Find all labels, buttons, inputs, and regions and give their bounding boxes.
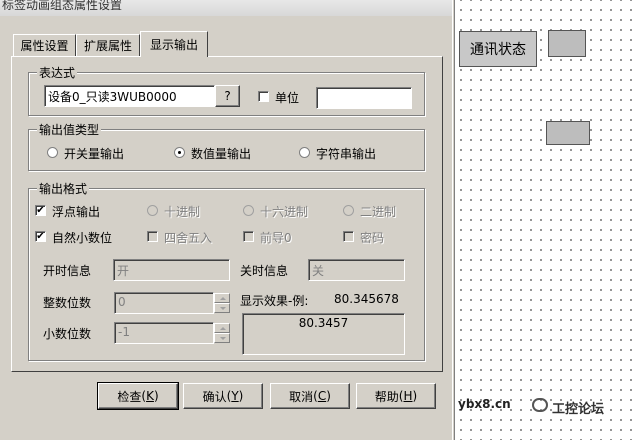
preview-label: 显示效果-例: xyxy=(240,294,309,308)
integer-digits-label: 整数位数 xyxy=(43,296,92,310)
numeric-output-radio[interactable] xyxy=(174,147,185,158)
preview-example: 80.345678 xyxy=(334,292,399,306)
string-output-label: 字符串输出 xyxy=(316,147,377,161)
float-output-checkbox[interactable]: ✔ xyxy=(35,205,46,216)
unit-input[interactable] xyxy=(316,87,412,109)
canvas-shape-rect[interactable] xyxy=(546,121,590,145)
decimal-digits-label: 小数位数 xyxy=(43,327,92,341)
natural-decimal-label: 自然小数位 xyxy=(52,231,113,245)
group-title: 输出格式 xyxy=(37,180,90,197)
round-checkbox[interactable] xyxy=(147,231,158,242)
properties-dialog: 标签动画组态属性设置 属性设置 扩展属性 显示输出 表达式 设备0_只读3WUB… xyxy=(0,0,452,440)
check-button[interactable]: 检查(K) xyxy=(97,382,179,410)
spin-up-icon[interactable] xyxy=(214,323,230,333)
unit-checkbox[interactable] xyxy=(258,91,269,102)
tab-label: 显示输出 xyxy=(149,38,198,52)
decimal-radix-label: 十进制 xyxy=(164,205,201,219)
password-label: 密码 xyxy=(360,231,385,245)
expression-help-button[interactable]: ? xyxy=(215,85,240,107)
round-label: 四舍五入 xyxy=(164,231,213,245)
hex-radix-label: 十六进制 xyxy=(260,205,309,219)
check-button-label: 检查 xyxy=(117,389,142,404)
window-title: 标签动画组态属性设置 xyxy=(2,0,123,12)
help-button[interactable]: 帮助(H) xyxy=(356,383,436,409)
numeric-output-label: 数值量输出 xyxy=(191,147,252,161)
cancel-button-label: 取消 xyxy=(289,389,314,404)
help-button-label: 帮助 xyxy=(374,389,399,404)
integer-digits-spinner[interactable] xyxy=(214,293,230,313)
watermark-text: 工控论坛 xyxy=(552,402,605,417)
cancel-hotkey: C xyxy=(317,389,327,403)
group-title: 输出值类型 xyxy=(37,121,102,138)
canvas-divider xyxy=(452,0,455,440)
string-output-radio[interactable] xyxy=(299,147,310,158)
help-hotkey: H xyxy=(403,389,413,403)
comm-status-label[interactable]: 通讯状态 xyxy=(459,31,537,67)
watermark-url: ybx8.cn xyxy=(458,397,511,411)
wechat-icon xyxy=(532,398,548,412)
natural-decimal-checkbox[interactable]: ✔ xyxy=(35,231,46,242)
hex-radix-radio[interactable] xyxy=(243,205,254,216)
preview-result: 80.3457 xyxy=(298,316,349,330)
tab-label: 扩展属性 xyxy=(83,39,132,53)
password-checkbox[interactable] xyxy=(343,231,354,242)
tab-label: 属性设置 xyxy=(20,39,69,53)
switch-output-label: 开关量输出 xyxy=(64,147,125,161)
spin-down-icon[interactable] xyxy=(214,333,230,343)
decimal-radix-radio[interactable] xyxy=(147,205,158,216)
decimal-digits-spinner[interactable] xyxy=(214,323,230,343)
binary-radix-radio[interactable] xyxy=(343,205,354,216)
decimal-digits-input[interactable]: -1 xyxy=(114,322,214,344)
canvas-shape-rect[interactable] xyxy=(548,30,586,57)
tab-extended[interactable]: 扩展属性 xyxy=(76,34,140,56)
confirm-button-label: 确认 xyxy=(202,389,227,404)
integer-digits-input[interactable]: 0 xyxy=(114,292,214,314)
off-info-input[interactable]: 关 xyxy=(308,259,405,281)
leading-zero-label: 前导0 xyxy=(260,231,292,245)
confirm-button[interactable]: 确认(Y) xyxy=(183,383,263,409)
on-info-label: 开时信息 xyxy=(43,264,92,278)
off-info-label: 关时信息 xyxy=(240,264,289,278)
float-output-label: 浮点输出 xyxy=(52,205,101,219)
comm-status-text: 通讯状态 xyxy=(470,42,526,58)
group-title: 表达式 xyxy=(37,64,78,81)
expression-input[interactable]: 设备0_只读3WUB0000 xyxy=(44,85,215,107)
cancel-button[interactable]: 取消(C) xyxy=(270,383,350,409)
spin-down-icon[interactable] xyxy=(214,303,230,313)
preview-result-box: 80.3457 xyxy=(242,313,405,355)
spin-up-icon[interactable] xyxy=(214,293,230,303)
check-hotkey: K xyxy=(146,389,154,403)
on-info-input[interactable]: 开 xyxy=(113,259,230,281)
switch-output-radio[interactable] xyxy=(47,147,58,158)
tab-display-output[interactable]: 显示输出 xyxy=(140,31,208,57)
confirm-hotkey: Y xyxy=(231,389,239,403)
title-bar: 标签动画组态属性设置 xyxy=(0,0,452,16)
tab-properties[interactable]: 属性设置 xyxy=(13,34,76,56)
unit-label: 单位 xyxy=(275,91,300,105)
binary-radix-label: 二进制 xyxy=(360,205,397,219)
leading-zero-checkbox[interactable] xyxy=(243,231,254,242)
